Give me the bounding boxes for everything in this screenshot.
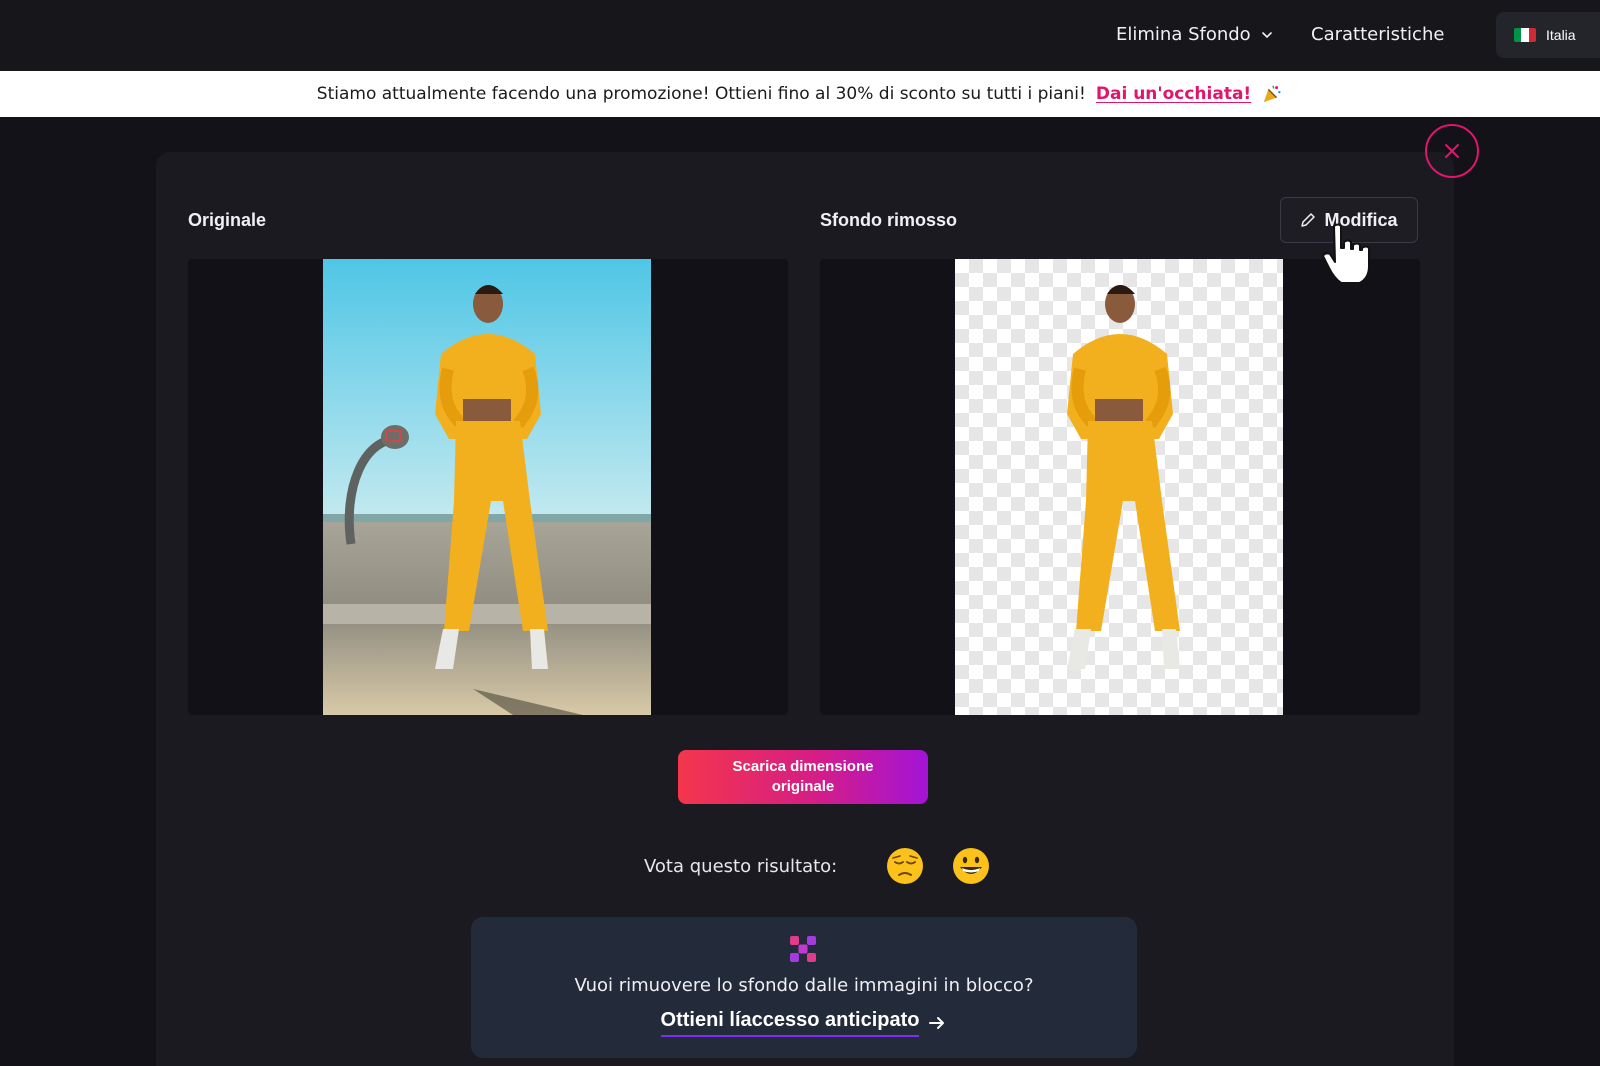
promo-text: Stiamo attualmente facendo una promozion… [316, 84, 1086, 104]
close-icon [1445, 144, 1459, 158]
original-photo [323, 259, 651, 715]
bulk-question: Vuoi rimuovere lo sfondo dalle immagini … [574, 975, 1034, 996]
download-original-button[interactable]: Scarica dimensione originale [678, 750, 928, 804]
removed-background-panel [820, 259, 1420, 715]
promo-banner: Stiamo attualmente facendo una promozion… [0, 71, 1600, 117]
rating-row: Vota questo risultato: [644, 846, 991, 886]
close-button[interactable] [1425, 124, 1479, 178]
pensive-face-icon[interactable] [885, 846, 925, 886]
language-selector[interactable]: Italia [1496, 12, 1600, 58]
early-access-link[interactable]: Ottieni líaccesso anticipato [471, 1009, 1137, 1037]
promo-link[interactable]: Dai un'occhiata! [1096, 84, 1251, 104]
bulk-removal-card: Vuoi rimuovere lo sfondo dalle immagini … [471, 917, 1137, 1058]
original-image-panel [188, 259, 788, 715]
party-popper-icon [1263, 85, 1281, 103]
language-label: Italia [1546, 27, 1576, 43]
bulk-grid-icon [790, 936, 816, 962]
original-title: Originale [188, 210, 267, 230]
subject-figure-cutout [1067, 285, 1180, 669]
hand-cursor-icon [1322, 223, 1370, 282]
download-original-label: Scarica dimensione originale [732, 758, 874, 795]
nav-remove-background-label: Elimina Sfondo [1116, 24, 1251, 45]
italy-flag-icon [1514, 28, 1536, 42]
grinning-face-icon[interactable] [951, 846, 991, 886]
nav-remove-background-menu[interactable]: Elimina Sfondo [1116, 24, 1273, 45]
removed-background-title: Sfondo rimosso [820, 210, 958, 230]
nav-features-link[interactable]: Caratteristiche [1311, 24, 1444, 45]
arrow-right-icon [929, 1017, 945, 1029]
nav-features-label: Caratteristiche [1311, 24, 1445, 45]
pencil-icon [1301, 213, 1316, 227]
removed-background-photo [955, 259, 1283, 715]
rating-label: Vota questo risultato: [644, 855, 838, 877]
chevron-down-icon [1261, 31, 1272, 38]
top-navigation-bar: Elimina Sfondo Caratteristiche Italia [0, 0, 1600, 71]
early-access-label: Ottieni líaccesso anticipato [660, 1009, 920, 1037]
